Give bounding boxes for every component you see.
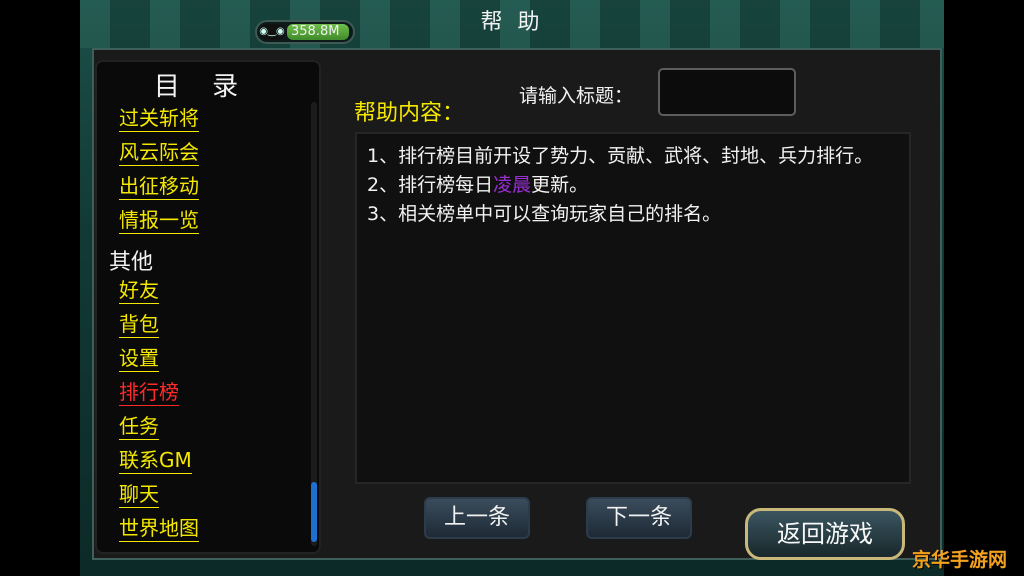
sidebar-scrollbar[interactable] — [311, 102, 317, 546]
help-line-3: 3、相关榜单中可以查询玩家自己的排名。 — [367, 203, 722, 225]
sidebar-item-ranking[interactable]: 排行榜 — [119, 380, 179, 406]
help-line-2: 2、排行榜每日凌晨更新。 — [367, 171, 899, 200]
help-content-box: 1、排行榜目前开设了势力、贡献、武将、封地、兵力排行。 2、排行榜每日凌晨更新。… — [355, 132, 911, 484]
window-title: 帮 助 — [480, 10, 544, 35]
sidebar-item-fengyunjihui[interactable]: 风云际会 — [119, 140, 199, 166]
sidebar-directory: 目 录 过关斩将 风云际会 出征移动 情报一览 其他 好友 背包 设置 排行榜 … — [95, 60, 321, 554]
sidebar-item-chuzhengyidong[interactable]: 出征移动 — [119, 174, 199, 200]
sidebar-item-world-map[interactable]: 世界地图 — [119, 516, 199, 542]
sidebar-item-backpack[interactable]: 背包 — [119, 312, 159, 338]
next-button[interactable]: 下一条 — [586, 497, 692, 539]
help-content-label: 帮助内容： — [354, 101, 465, 126]
memory-value: 358.8M — [291, 24, 340, 39]
eye-icon: ◉‿◉ — [259, 24, 285, 40]
sidebar-item-settings[interactable]: 设置 — [119, 346, 159, 372]
sidebar-item-tasks[interactable]: 任务 — [119, 414, 159, 440]
prev-button[interactable]: 上一条 — [424, 497, 530, 539]
memory-indicator: ◉‿◉ 358.8M — [255, 20, 355, 44]
search-label: 请输入标题： — [519, 85, 634, 107]
return-to-game-button[interactable]: 返回游戏 — [745, 508, 905, 560]
watermark-logo: 京华手游网 — [912, 549, 1008, 571]
sidebar-item-contact-gm[interactable]: 联系GM — [119, 448, 192, 474]
help-line-2-highlight: 凌晨 — [493, 174, 532, 196]
title-search-input[interactable] — [658, 68, 796, 116]
sidebar-scrollbar-thumb[interactable] — [311, 482, 317, 542]
sidebar-title: 目 录 — [153, 72, 251, 102]
help-line-2-suffix: 更新。 — [531, 174, 589, 196]
sidebar-item-qingbaoyilan[interactable]: 情报一览 — [119, 208, 199, 234]
help-line-2-prefix: 2、排行榜每日 — [367, 174, 494, 196]
sidebar-section-other: 其他 — [109, 250, 154, 275]
help-line-1: 1、排行榜目前开设了势力、贡献、武将、封地、兵力排行。 — [367, 145, 874, 167]
sidebar-item-guoguanzhanjiang[interactable]: 过关斩将 — [119, 106, 199, 132]
sidebar-item-chat[interactable]: 聊天 — [119, 482, 159, 508]
game-screen: 帮 助 ◉‿◉ 358.8M 目 录 过关斩将 风云际会 出征移动 情报一览 其… — [80, 0, 944, 576]
sidebar-item-friends[interactable]: 好友 — [119, 278, 159, 304]
